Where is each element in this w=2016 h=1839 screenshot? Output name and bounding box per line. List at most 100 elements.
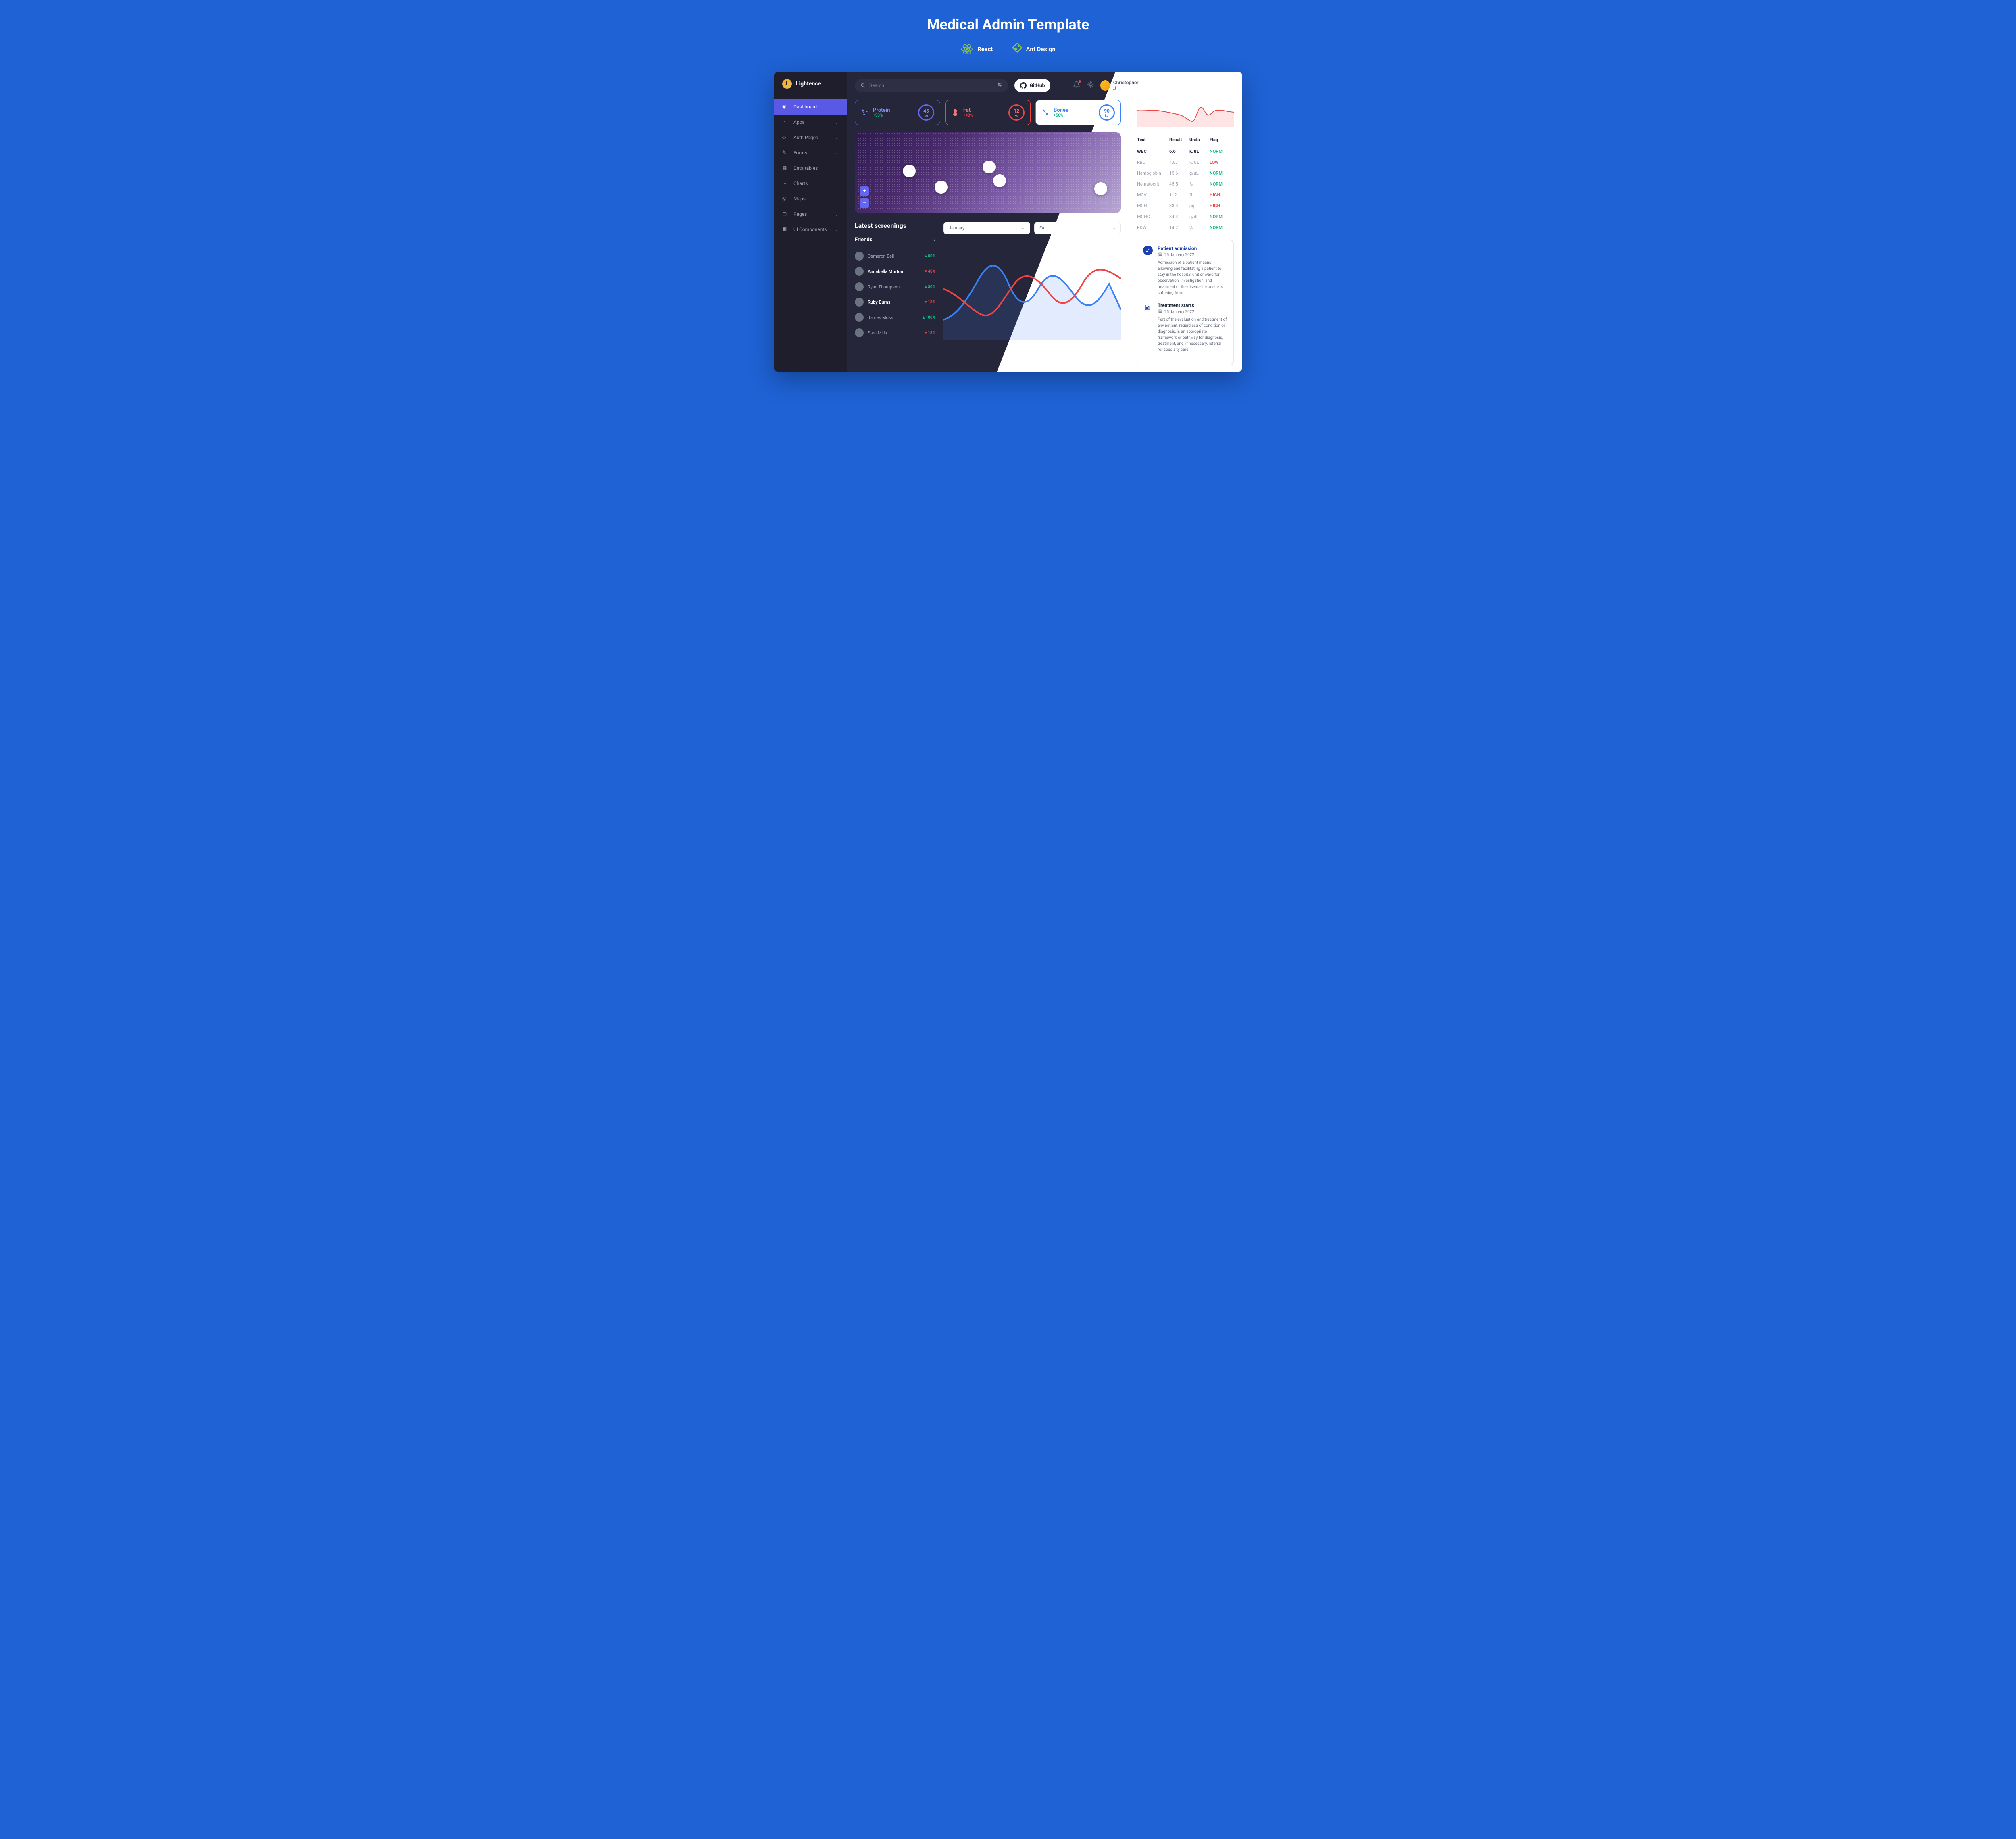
notification-dot	[1079, 80, 1081, 83]
sidebar-item-forms[interactable]: ✎Forms⌄	[774, 145, 847, 161]
menu-icon: ⬎	[782, 180, 789, 187]
world-map[interactable]: + −	[855, 132, 1121, 213]
menu-label: Pages	[793, 211, 807, 217]
sidebar-header: L Lightence	[774, 72, 847, 96]
friend-row[interactable]: Sara Mills▼13%	[855, 325, 935, 340]
sidebar-item-pages[interactable]: ▢ Pages ⌄	[774, 206, 847, 222]
notification-icon[interactable]	[1073, 81, 1080, 90]
menu-label: Dashboard	[793, 104, 817, 110]
stat-card-fat[interactable]: Fat +40% 12kg	[945, 100, 1031, 125]
friend-avatar	[855, 313, 864, 322]
friend-row[interactable]: Ryan Thompson▲50%	[855, 279, 935, 294]
timeline-item: Treatment starts🗓25 January 2022Part of …	[1143, 302, 1227, 353]
main-content: GitHub Christopher J	[847, 72, 1242, 372]
chevron-down-icon: ⌄	[835, 135, 839, 140]
test-row: RBC4.07K/uLLOW	[1137, 157, 1234, 168]
brand-name: Lightence	[796, 81, 821, 87]
menu-label: Forms	[793, 150, 807, 156]
friend-avatar	[855, 328, 864, 337]
protein-icon	[861, 108, 869, 117]
search-icon	[860, 82, 865, 90]
menu-label: Maps	[793, 196, 806, 202]
menu-icon: ◇	[782, 134, 789, 141]
month-select[interactable]: January⌄	[943, 222, 1030, 234]
friend-pct: ▼13%	[924, 300, 935, 304]
sidebar-item-dashboard[interactable]: ◉ Dashboard	[774, 99, 847, 115]
sidebar-item-maps[interactable]: ◎Maps	[774, 191, 847, 206]
chevron-down-icon: ⌄	[835, 150, 839, 156]
search-input[interactable]	[855, 79, 1008, 92]
timeline-item: ✓Patient admission🗓25 January 2022Admiss…	[1143, 246, 1227, 296]
test-row: MCV112fLHIGH	[1137, 190, 1234, 200]
calendar-icon: 🗓	[1158, 310, 1163, 314]
menu-label: Apps	[793, 119, 805, 125]
sidebar-item-data-tables[interactable]: ▦ Data tables	[774, 161, 847, 176]
chevron-left-icon[interactable]: ‹	[933, 236, 935, 244]
screenings-section: Latest screenings Friends ‹ Cameron Bell…	[855, 220, 1121, 342]
friend-pct: ▲100%	[922, 315, 935, 320]
search-wrapper	[855, 79, 1008, 92]
test-table: Test Result Units Flag WBC6.6K/uLNORMRBC…	[1137, 134, 1234, 233]
friend-avatar	[855, 298, 864, 306]
react-icon	[960, 43, 973, 56]
map-pin[interactable]	[903, 165, 916, 177]
stat-cards: Protein +50% 45kg Fat +40% 12kg	[855, 100, 1121, 125]
menu-icon: ⌂	[782, 119, 789, 125]
chevron-down-icon: ⌄	[1112, 225, 1116, 231]
friends-list: Cameron Bell ▲50% Annabella Morton▼40%Ryan…	[855, 248, 935, 340]
menu-icon: ▢	[782, 211, 789, 217]
map-pin[interactable]	[983, 161, 996, 173]
friend-row[interactable]: Ruby Burns ▼13%	[855, 294, 935, 310]
timeline-desc: Admission of a patient means allowing an…	[1158, 260, 1227, 296]
friend-pct: ▲50%	[924, 285, 935, 289]
chevron-down-icon: ⌄	[835, 211, 839, 217]
menu-label: UI Components	[793, 227, 827, 232]
friends-panel: Latest screenings Friends ‹ Cameron Bell…	[855, 222, 935, 340]
sidebar-item-apps[interactable]: ⌂Apps⌄	[774, 115, 847, 130]
map-zoom-in[interactable]: +	[860, 186, 869, 196]
map-pin[interactable]	[935, 181, 948, 194]
github-button[interactable]: GitHub	[1014, 79, 1050, 92]
friend-pct: ▲50%	[924, 254, 935, 259]
timeline-date: 🗓25 January 2022	[1158, 253, 1227, 257]
friend-name: James Moss	[868, 315, 918, 320]
menu-icon: ▦	[782, 165, 789, 171]
metric-select[interactable]: Fat⌄	[1034, 222, 1121, 234]
friend-avatar	[855, 267, 864, 276]
friend-name: Sara Mills	[868, 330, 920, 336]
friend-row[interactable]: James Moss ▲100%	[855, 310, 935, 325]
stat-card-protein[interactable]: Protein +50% 45kg	[855, 100, 940, 125]
sparkline-chart	[1137, 99, 1234, 127]
calendar-icon: 🗓	[1158, 253, 1163, 257]
menu-label: Data tables	[793, 165, 818, 171]
chevron-down-icon: ⌄	[835, 227, 839, 232]
friend-name: Ruby Burns	[868, 300, 920, 305]
chart-icon	[1143, 302, 1153, 312]
settings-icon[interactable]	[1087, 81, 1094, 90]
github-icon	[1020, 82, 1027, 89]
test-row: WBC6.6K/uLNORM	[1137, 146, 1234, 157]
menu-icon: ◉	[782, 104, 789, 110]
timeline-desc: Part of the evaluation and treatment of …	[1158, 317, 1227, 353]
test-row: MCH38.3pgHIGH	[1137, 200, 1234, 211]
map-zoom-out[interactable]: −	[860, 198, 869, 208]
check-icon: ✓	[1143, 246, 1153, 255]
brand-logo: L	[782, 79, 792, 89]
menu-icon: ▣	[782, 226, 789, 233]
center-column: GitHub Christopher J	[847, 72, 1129, 372]
stat-card-bones[interactable]: Bones +50% 90kg	[1035, 100, 1121, 125]
friend-name: Cameron Bell	[868, 254, 920, 259]
sidebar-item-auth-pages[interactable]: ◇Auth Pages⌄	[774, 130, 847, 145]
app-window: L Lightence ◉Dashboard⌂Apps⌄◇Auth Pages⌄…	[774, 72, 1242, 372]
friend-avatar	[855, 282, 864, 291]
right-column: Test Result Units Flag WBC6.6K/uLNORMRBC…	[1129, 72, 1242, 372]
menu-label: Charts	[793, 181, 808, 186]
map-pin[interactable]	[1094, 182, 1107, 195]
timeline-card: ✓Patient admission🗓25 January 2022Admiss…	[1137, 240, 1234, 365]
filter-icon[interactable]	[997, 82, 1002, 90]
sidebar-item-ui-components[interactable]: ▣ UI Components ⌄	[774, 222, 847, 237]
friend-row[interactable]: Cameron Bell ▲50%	[855, 248, 935, 264]
friend-row[interactable]: Annabella Morton▼40%	[855, 264, 935, 279]
map-pin[interactable]	[993, 174, 1006, 187]
sidebar-item-charts[interactable]: ⬎ Charts	[774, 176, 847, 191]
